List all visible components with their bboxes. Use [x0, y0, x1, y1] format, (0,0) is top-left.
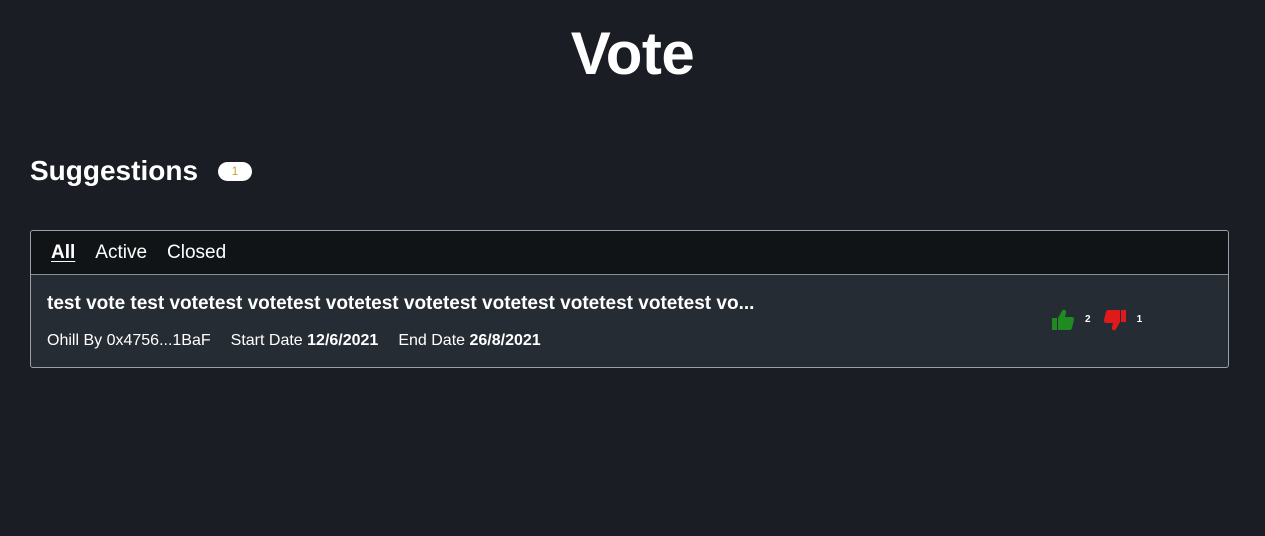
- suggestion-title[interactable]: test vote test votetest votetest votetes…: [47, 292, 754, 316]
- page-title: Vote: [570, 20, 695, 87]
- end-date-value: 26/8/2021: [469, 332, 541, 349]
- author-address: 0x4756...1BaF: [106, 332, 211, 349]
- vote-page: Vote Suggestions 1 All Active Closed tes…: [0, 0, 1265, 536]
- thumbs-down-icon[interactable]: [1103, 309, 1127, 331]
- tab-all[interactable]: All: [51, 241, 75, 265]
- start-date-info: Start Date 12/6/2021: [231, 331, 379, 351]
- start-date-value: 12/6/2021: [307, 332, 379, 349]
- downvote-count: 1: [1136, 314, 1143, 325]
- suggestions-title: Suggestions: [30, 155, 199, 186]
- filter-tabs: All Active Closed: [31, 231, 1228, 275]
- suggestions-count-badge: 1: [218, 161, 253, 181]
- vote-controls: 2 1: [1051, 309, 1154, 331]
- thumbs-up-icon[interactable]: [1051, 309, 1075, 331]
- tab-closed[interactable]: Closed: [167, 241, 226, 265]
- start-date-label: Start Date: [230, 332, 303, 349]
- upvote-count: 2: [1085, 314, 1091, 325]
- suggestions-header: Suggestions 1: [30, 154, 253, 188]
- author-prefix: Ohill By: [47, 332, 103, 349]
- author-info: Ohill By 0x4756...1BaF: [47, 331, 211, 351]
- end-date-info: End Date 26/8/2021: [398, 331, 540, 351]
- suggestion-meta: Ohill By 0x4756...1BaF Start Date 12/6/2…: [47, 331, 561, 351]
- suggestion-row[interactable]: test vote test votetest votetest votetes…: [31, 275, 1228, 367]
- tab-active[interactable]: Active: [95, 241, 147, 265]
- suggestions-panel: All Active Closed test vote test votetes…: [30, 230, 1229, 368]
- end-date-label: End Date: [398, 332, 466, 349]
